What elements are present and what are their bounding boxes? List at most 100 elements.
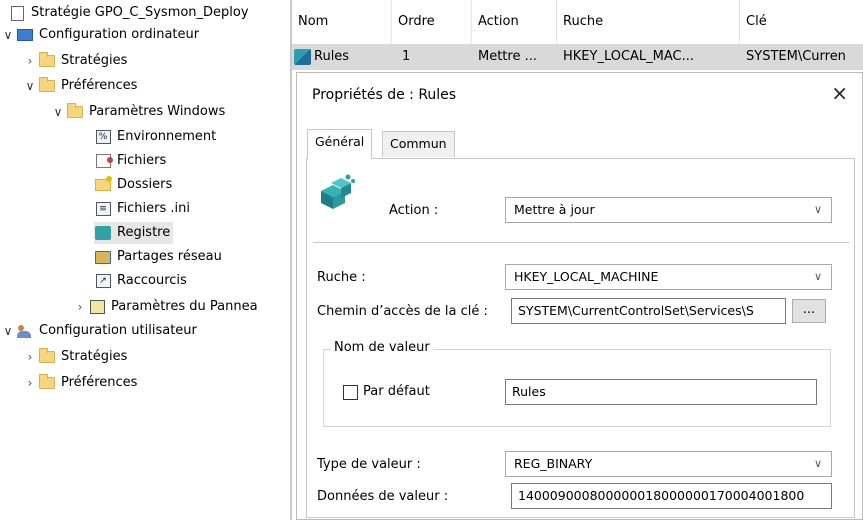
- row-cell-cle: SYSTEM\Curren: [746, 49, 846, 64]
- tree-item-label: Configuration ordinateur: [39, 27, 200, 42]
- chevron-right-icon[interactable]: ›: [22, 50, 38, 72]
- tree-item-label: Partages réseau: [117, 249, 222, 264]
- tree-item-windows-settings[interactable]: ∨ Paramètres Windows: [50, 101, 225, 123]
- tree-item-label: Stratégies: [61, 53, 128, 68]
- pane-splitter[interactable]: [290, 0, 292, 520]
- row-cell-nom: Rules: [294, 44, 390, 70]
- registry-icon: [294, 48, 311, 65]
- tree-item-ini-files[interactable]: ≡ Fichiers .ini: [94, 198, 190, 220]
- chemin-field[interactable]: SYSTEM\CurrentControlSet\Services\S: [511, 298, 786, 324]
- action-label: Action :: [389, 203, 439, 218]
- chevron-down-icon[interactable]: ∨: [0, 24, 16, 46]
- tree-item-files[interactable]: Fichiers: [94, 150, 166, 172]
- shortcut-icon: ↗: [94, 273, 112, 289]
- table-row[interactable]: Rules 1 Mettre ... HKEY_LOCAL_MAC... SYS…: [292, 44, 863, 70]
- folders-icon: [94, 176, 112, 193]
- folder-icon: [38, 348, 56, 365]
- browse-button[interactable]: ...: [792, 299, 826, 323]
- tree-item-control-panel[interactable]: › Paramètres du Pannea: [72, 296, 258, 318]
- environment-icon: %: [94, 129, 112, 145]
- tree-item-label: Registre: [117, 225, 171, 240]
- chevron-down-icon: ∨: [813, 203, 823, 216]
- tree-item-label: Paramètres Windows: [89, 104, 226, 119]
- dialog-title: Propriétés de : Rules: [312, 87, 457, 103]
- tree-item-user-preferences[interactable]: › Préférences: [22, 372, 137, 394]
- ruche-select[interactable]: HKEY_LOCAL_MACHINE ∨: [505, 264, 832, 290]
- computer-icon: [16, 27, 34, 43]
- tree-item-user-config[interactable]: ∨ Configuration utilisateur: [0, 320, 197, 342]
- tree-item-strategies[interactable]: › Stratégies: [22, 50, 127, 72]
- nom-valeur-group-label: Nom de valeur: [331, 340, 433, 355]
- tree-item-computer-config[interactable]: ∨ Configuration ordinateur: [0, 24, 200, 46]
- row-cell-ruche: HKEY_LOCAL_MAC...: [563, 49, 695, 64]
- list-header: Nom Ordre Action Ruche Clé: [292, 0, 863, 44]
- registry-icon: [321, 174, 355, 209]
- type-valeur-label: Type de valeur :: [317, 457, 421, 472]
- tree-item-label: Fichiers .ini: [117, 201, 190, 216]
- row-cell-ordre: 1: [402, 49, 411, 64]
- column-header-cle[interactable]: Clé: [740, 0, 863, 44]
- folder-icon: [38, 77, 56, 94]
- folder-icon: [38, 52, 56, 69]
- divider: [313, 242, 849, 243]
- chevron-down-icon[interactable]: ∨: [0, 320, 16, 342]
- policy-icon: [8, 5, 26, 21]
- type-valeur-select[interactable]: REG_BINARY ∨: [505, 451, 832, 477]
- tree-item-registry[interactable]: Registre: [94, 222, 174, 244]
- nom-valeur-field[interactable]: Rules: [505, 379, 817, 405]
- folder-icon: [66, 103, 84, 120]
- tree-item-folders[interactable]: Dossiers: [94, 174, 172, 196]
- ruche-select-value: HKEY_LOCAL_MACHINE: [514, 269, 659, 284]
- chevron-right-icon[interactable]: ›: [72, 296, 88, 318]
- chevron-down-icon: ∨: [813, 457, 823, 470]
- ruche-label: Ruche :: [317, 270, 366, 285]
- chevron-down-icon: ∨: [813, 270, 823, 283]
- column-header-nom[interactable]: Nom: [292, 0, 392, 44]
- chevron-down-icon[interactable]: ∨: [22, 75, 38, 97]
- action-select[interactable]: Mettre à jour ∨: [505, 197, 832, 223]
- par-defaut-label: Par défaut: [363, 384, 430, 399]
- close-icon[interactable]: ×: [831, 83, 848, 103]
- network-share-icon: [94, 249, 112, 265]
- chemin-label: Chemin d’accès de la clé :: [317, 304, 488, 319]
- column-header-action[interactable]: Action: [472, 0, 557, 44]
- tree-item-environment[interactable]: % Environnement: [94, 126, 216, 148]
- tree-root-label: Stratégie GPO_C_Sysmon_Deploy: [31, 5, 249, 20]
- tree-item-label: Raccourcis: [117, 273, 187, 288]
- chevron-right-icon[interactable]: ›: [22, 372, 38, 394]
- row-cell-action: Mettre ...: [478, 49, 537, 64]
- chevron-down-icon[interactable]: ∨: [50, 101, 66, 123]
- tree-item-label: Fichiers: [117, 153, 167, 168]
- control-panel-icon: [88, 299, 106, 315]
- tree-item-label: Dossiers: [117, 177, 173, 192]
- donnees-valeur-label: Données de valeur :: [317, 489, 449, 504]
- tree-root[interactable]: Stratégie GPO_C_Sysmon_Deploy: [8, 2, 249, 24]
- users-icon: [16, 323, 34, 339]
- chevron-right-icon[interactable]: ›: [22, 346, 38, 368]
- navigation-tree: Stratégie GPO_C_Sysmon_Deploy ∨ Configur…: [0, 0, 290, 520]
- tab-general[interactable]: Général: [307, 129, 373, 159]
- type-valeur-select-value: REG_BINARY: [514, 456, 593, 471]
- tree-item-label: Stratégies: [61, 349, 128, 364]
- column-header-ordre[interactable]: Ordre: [392, 0, 472, 44]
- column-header-ruche[interactable]: Ruche: [557, 0, 740, 44]
- tree-item-label: Configuration utilisateur: [39, 323, 197, 338]
- files-icon: [94, 153, 113, 169]
- par-defaut-checkbox[interactable]: [343, 385, 358, 400]
- tree-item-network-shares[interactable]: Partages réseau: [94, 246, 222, 268]
- registry-icon: [94, 225, 112, 241]
- tree-item-label: Préférences: [61, 78, 138, 93]
- tree-item-label: Paramètres du Pannea: [111, 299, 258, 314]
- tab-commun[interactable]: Commun: [382, 131, 455, 157]
- donnees-valeur-field[interactable]: 140009000800000018000000170004001800: [511, 483, 832, 509]
- ini-file-icon: ≡: [94, 201, 112, 217]
- properties-dialog: Propriétés de : Rules × Général Commun A…: [296, 72, 863, 520]
- tab-panel-general: Action : Mettre à jour ∨ Ruche : HKEY_LO…: [306, 158, 855, 518]
- row-name: Rules: [314, 49, 350, 64]
- tree-item-user-strategies[interactable]: › Stratégies: [22, 346, 127, 368]
- action-select-value: Mettre à jour: [514, 202, 595, 217]
- tree-item-shortcuts[interactable]: ↗ Raccourcis: [94, 270, 187, 292]
- tree-item-preferences[interactable]: ∨ Préférences: [22, 75, 137, 97]
- tree-item-label: Environnement: [117, 129, 217, 144]
- tree-item-label: Préférences: [61, 375, 138, 390]
